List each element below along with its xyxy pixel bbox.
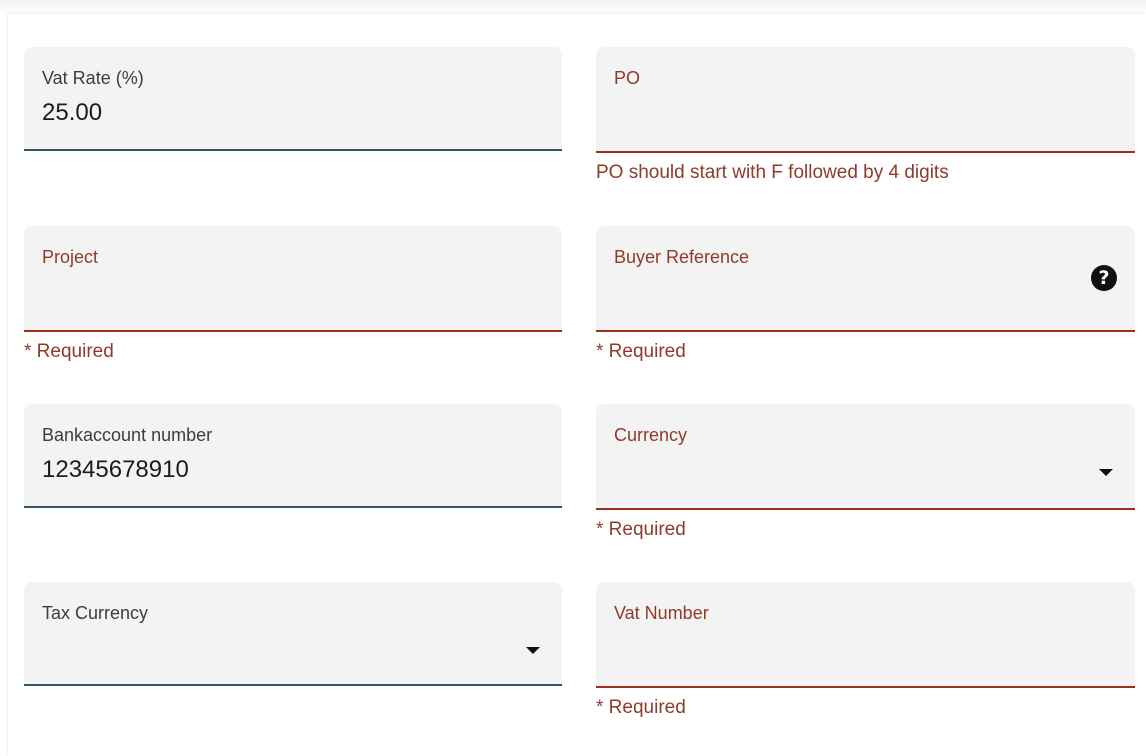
currency-select[interactable]: Currency [596,404,1135,510]
bankaccount-number-label: Bankaccount number [42,425,213,445]
vat-number-field[interactable]: Vat Number [596,582,1135,688]
po-error-message: PO should start with F followed by 4 dig… [596,162,949,183]
vat-rate-label: Vat Rate (%) [42,68,144,88]
po-field[interactable]: PO [596,47,1135,153]
question-circle-icon[interactable]: ? [1091,265,1117,291]
currency-error-message: * Required [596,519,686,540]
currency-label: Currency [614,425,688,445]
project-field[interactable]: Project [24,226,562,332]
caret-down-icon[interactable] [526,647,540,654]
project-error-message: * Required [24,341,114,362]
vat-number-label: Vat Number [614,603,709,623]
project-label: Project [42,247,99,267]
caret-down-icon[interactable] [1099,469,1113,476]
bankaccount-number-value: 12345678910 [42,456,189,483]
vat-rate-field[interactable]: Vat Rate (%) 25.00 [24,47,562,151]
top-shadow [0,0,1146,14]
buyer-reference-field[interactable]: Buyer Reference ? [596,226,1135,332]
bankaccount-number-field[interactable]: Bankaccount number 12345678910 [24,404,562,508]
po-label: PO [614,68,641,88]
vat-number-error-message: * Required [596,697,686,718]
tax-currency-select[interactable]: Tax Currency [24,582,562,686]
buyer-reference-label: Buyer Reference [614,247,750,267]
vat-rate-value: 25.00 [42,99,103,126]
tax-currency-label: Tax Currency [42,603,149,623]
buyer-reference-error-message: * Required [596,341,686,362]
